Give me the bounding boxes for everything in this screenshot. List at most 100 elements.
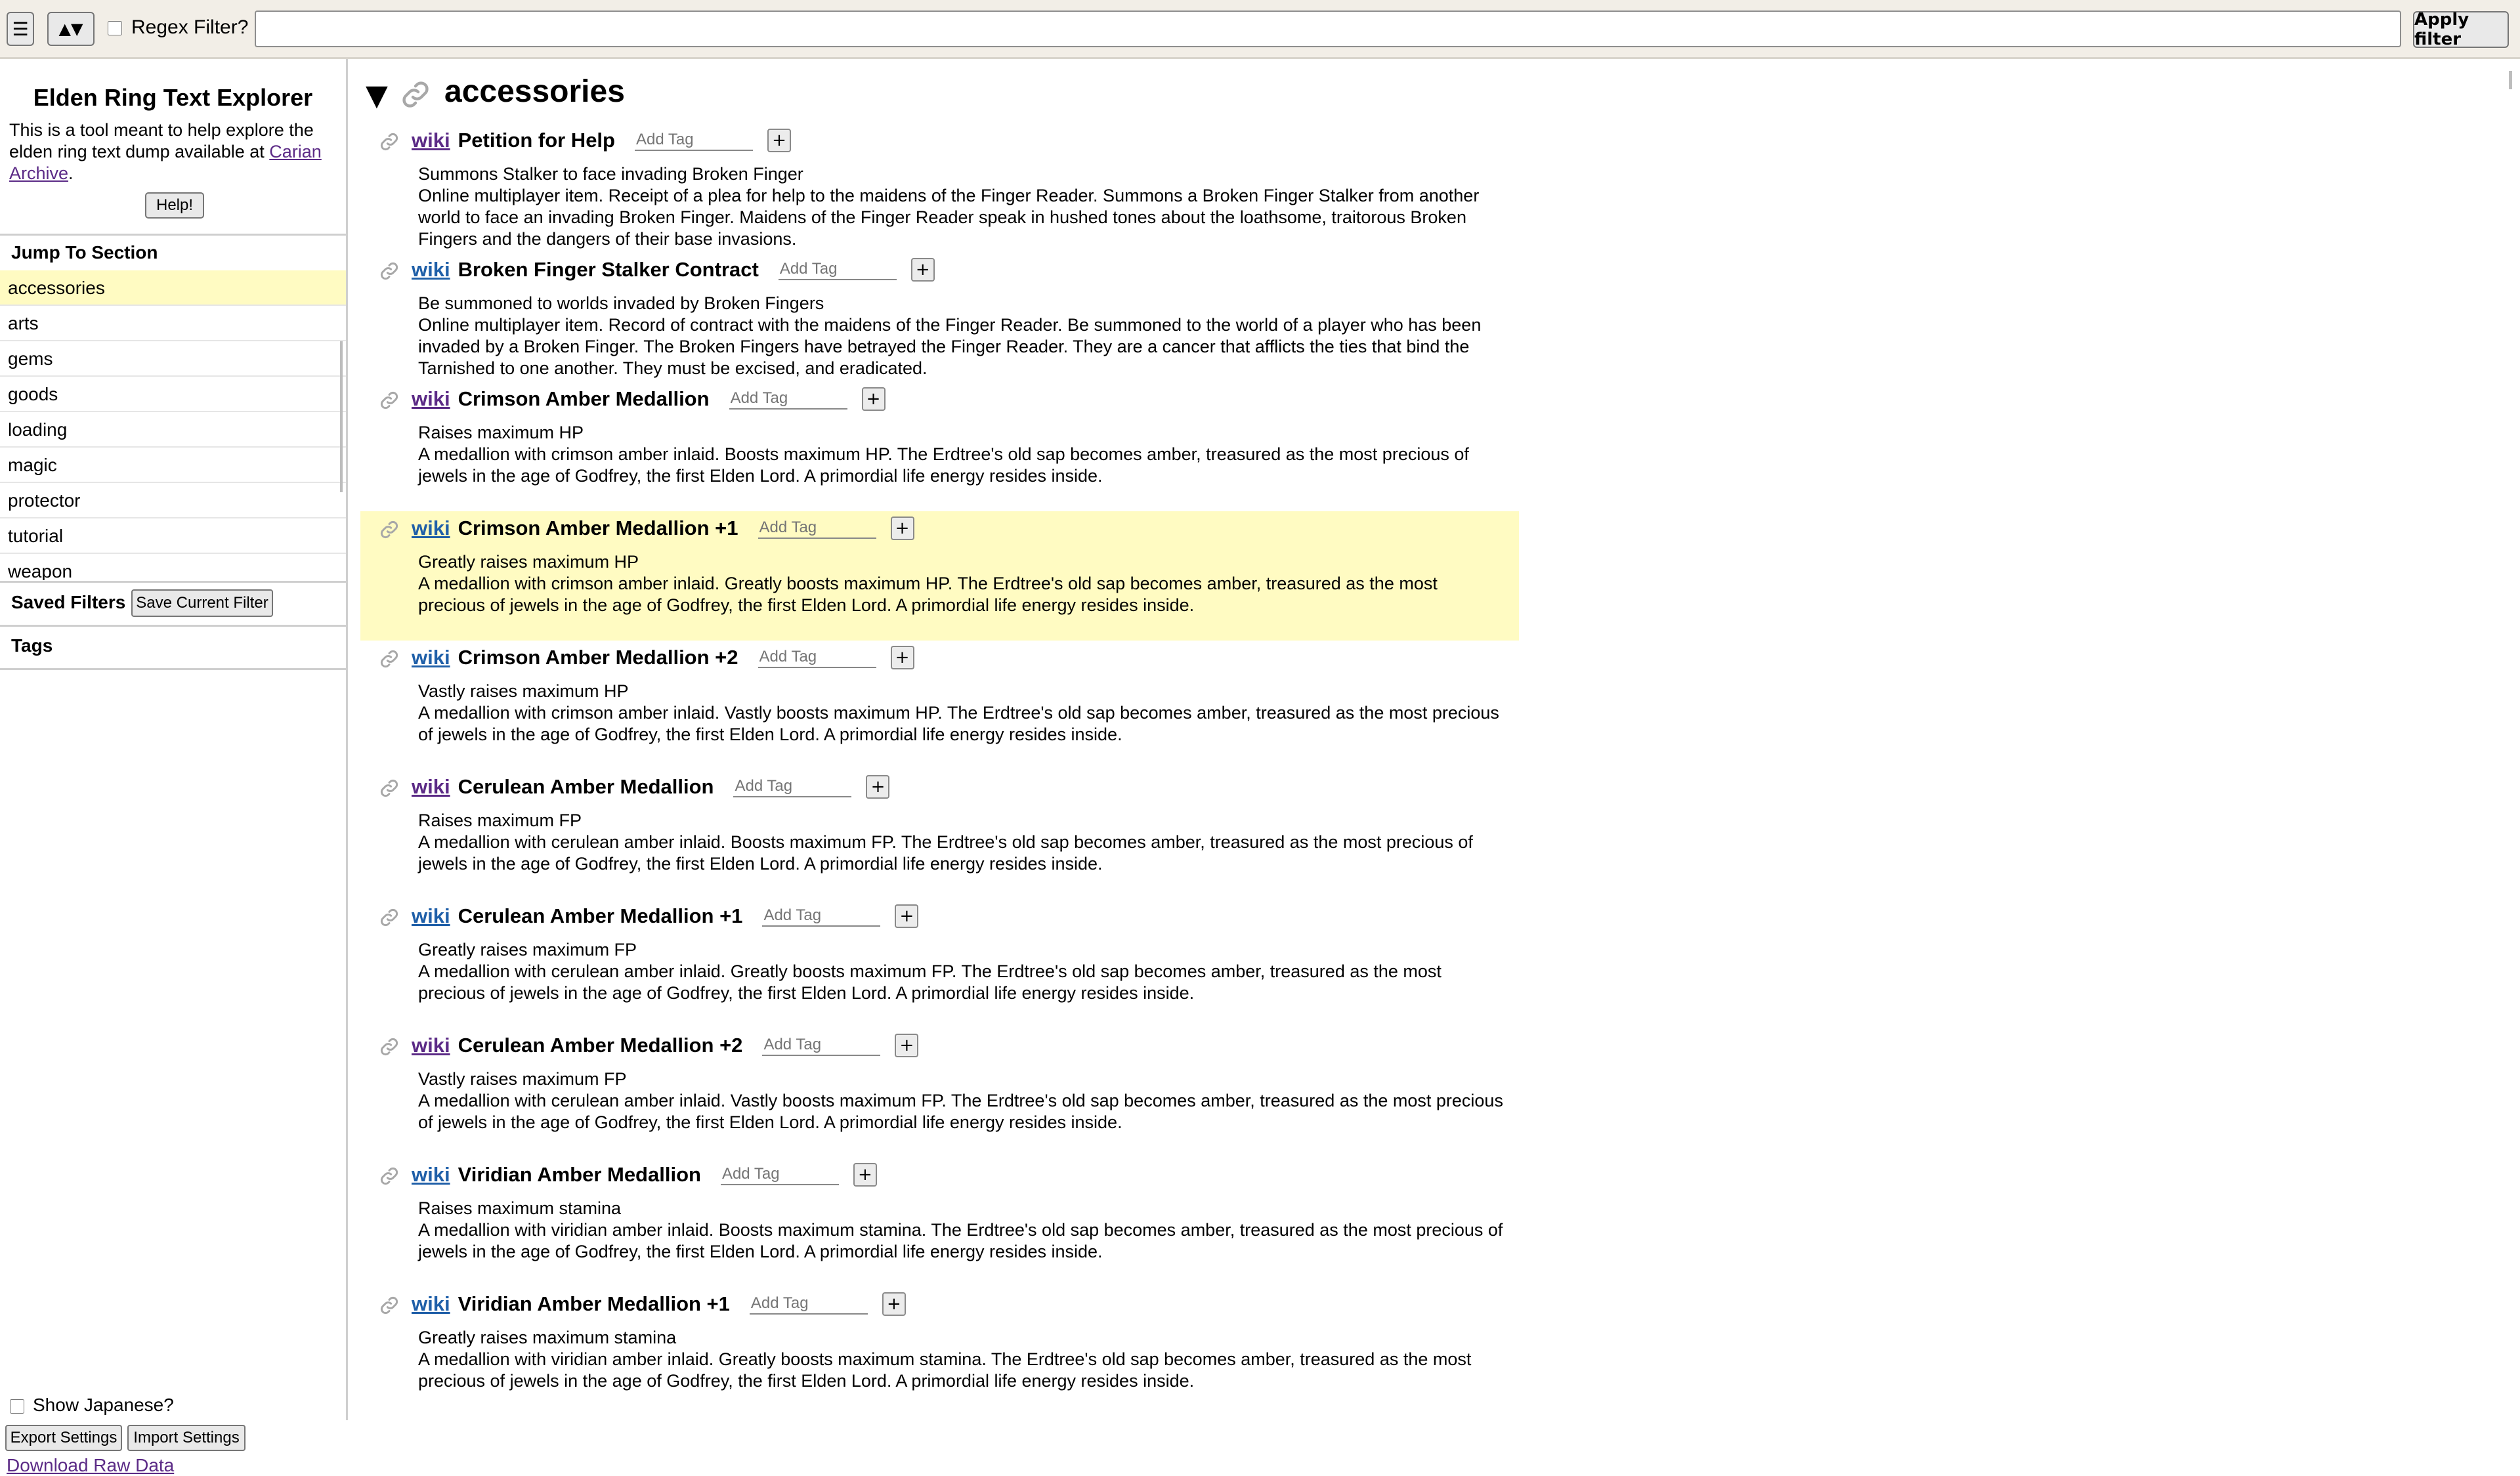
add-tag-input[interactable]	[758, 647, 876, 668]
wiki-link[interactable]: wiki	[412, 904, 450, 928]
section-item-tutorial[interactable]: tutorial	[0, 518, 346, 554]
import-settings-button[interactable]: Import Settings	[127, 1425, 246, 1451]
entry-name: Broken Finger Stalker Contract	[458, 258, 759, 281]
add-tag-input[interactable]	[749, 1294, 868, 1315]
wiki-link[interactable]: wiki	[412, 646, 450, 669]
wiki-link[interactable]: wiki	[412, 258, 450, 282]
entry-header: wiki Crimson Amber Medallion +	[412, 382, 886, 416]
entry-description: A medallion with crimson amber inlaid. V…	[418, 703, 1499, 744]
wiki-link[interactable]: wiki	[412, 775, 450, 799]
entry-name: Crimson Amber Medallion +2	[458, 646, 738, 669]
menu-button[interactable]: ☰	[7, 12, 34, 46]
show-japanese-checkbox[interactable]	[10, 1399, 24, 1414]
entry-item: wiki Crimson Amber Medallion +2 + Vastly ra…	[360, 641, 1519, 770]
regex-filter-checkbox[interactable]	[108, 21, 122, 35]
link-icon[interactable]	[379, 1166, 400, 1187]
add-tag-input[interactable]	[729, 389, 847, 410]
section-item-gems[interactable]: gems	[0, 341, 346, 377]
tags-heading: Tags	[11, 635, 53, 656]
help-button[interactable]: Help!	[145, 192, 204, 219]
entry-name: Petition for Help	[458, 129, 615, 152]
section-item-magic[interactable]: magic	[0, 448, 346, 483]
main-content: ▼ accessories wiki Petition for Help + Summ…	[350, 59, 2520, 1420]
section-list[interactable]: accessories arts gems goods loading magic prot…	[0, 270, 346, 580]
entry-item: wiki Cerulean Amber Medallion +2 + Vastly r…	[360, 1028, 1519, 1158]
add-tag-input[interactable]	[778, 259, 897, 280]
save-current-filter-button[interactable]: Save Current Filter	[131, 589, 273, 617]
entry-caption: Raises maximum FP	[418, 811, 582, 830]
entry-item: wiki Crimson Amber Medallion + Raises maxim…	[360, 382, 1519, 511]
link-icon[interactable]	[379, 778, 400, 799]
entry-header: wiki Broken Finger Stalker Contract +	[412, 253, 935, 287]
jump-to-section-heading: Jump To Section	[11, 242, 158, 263]
sort-toggle-button[interactable]: ▲▼	[47, 12, 95, 46]
wiki-link[interactable]: wiki	[412, 1163, 450, 1187]
download-raw-data-link[interactable]: Download Raw Data	[7, 1455, 174, 1476]
link-icon[interactable]	[400, 79, 431, 110]
link-icon[interactable]	[379, 261, 400, 282]
add-tag-button[interactable]: +	[895, 904, 919, 928]
link-icon[interactable]	[379, 648, 400, 669]
app-description-text: This is a tool meant to help explore the…	[9, 120, 314, 161]
section-item-weapon[interactable]: weapon	[0, 554, 346, 580]
wiki-link[interactable]: wiki	[412, 387, 450, 411]
entry-name: Cerulean Amber Medallion	[458, 775, 714, 798]
hamburger-icon: ☰	[12, 18, 29, 40]
add-tag-button[interactable]: +	[895, 1034, 919, 1057]
wiki-link[interactable]: wiki	[412, 1034, 450, 1057]
add-tag-input[interactable]	[634, 130, 753, 151]
entry-description: A medallion with cerulean amber inlaid. …	[418, 832, 1473, 874]
section-list-scrollbar[interactable]	[340, 341, 343, 492]
top-toolbar: ☰ ▲▼ Regex Filter? Apply filter	[0, 0, 2520, 59]
entry-caption: Summons Stalker to face invading Broken …	[418, 164, 803, 184]
link-icon[interactable]	[379, 907, 400, 928]
wiki-link[interactable]: wiki	[412, 517, 450, 540]
add-tag-input[interactable]	[758, 518, 876, 539]
entry-caption: Greatly raises maximum FP	[418, 940, 637, 959]
section-item-accessories[interactable]: accessories	[0, 270, 346, 306]
entry-header: wiki Crimson Amber Medallion +2 +	[412, 641, 914, 675]
add-tag-button[interactable]: +	[866, 775, 890, 799]
add-tag-input[interactable]	[733, 776, 852, 797]
add-tag-button[interactable]: +	[767, 129, 791, 152]
add-tag-button[interactable]: +	[910, 258, 935, 282]
add-tag-input[interactable]	[762, 906, 881, 927]
entry-header: wiki Cerulean Amber Medallion +2 +	[412, 1028, 919, 1063]
link-icon[interactable]	[379, 131, 400, 152]
divider	[0, 668, 346, 670]
add-tag-button[interactable]: +	[861, 387, 886, 411]
entry-header: wiki Crimson Amber Medallion +1 +	[412, 511, 914, 545]
export-settings-button[interactable]: Export Settings	[5, 1425, 122, 1451]
add-tag-input[interactable]	[762, 1035, 881, 1056]
link-icon[interactable]	[379, 1295, 400, 1316]
section-item-protector[interactable]: protector	[0, 483, 346, 518]
entry-description: Online multiplayer item. Receipt of a pl…	[418, 186, 1480, 249]
divider	[0, 234, 346, 236]
add-tag-button[interactable]: +	[890, 517, 914, 540]
show-japanese-label: Show Japanese?	[33, 1395, 174, 1415]
add-tag-button[interactable]: +	[882, 1292, 906, 1316]
collapse-section-toggle[interactable]: ▼	[366, 79, 388, 112]
filter-input[interactable]	[255, 11, 2401, 47]
section-item-goods[interactable]: goods	[0, 377, 346, 412]
section-item-loading[interactable]: loading	[0, 412, 346, 448]
entry-caption: Raises maximum HP	[418, 423, 584, 442]
add-tag-button[interactable]: +	[853, 1163, 877, 1187]
wiki-link[interactable]: wiki	[412, 1292, 450, 1316]
add-tag-input[interactable]	[720, 1164, 839, 1185]
entry-caption: Vastly raises maximum HP	[418, 681, 629, 701]
entry-description: A medallion with cerulean amber inlaid. …	[418, 961, 1442, 1003]
entry-name: Cerulean Amber Medallion +2	[458, 1034, 743, 1057]
main-scrollbar[interactable]	[2509, 71, 2512, 89]
divider	[0, 625, 346, 627]
link-icon[interactable]	[379, 519, 400, 540]
wiki-link[interactable]: wiki	[412, 129, 450, 152]
entry-name: Cerulean Amber Medallion +1	[458, 904, 743, 927]
entry-item: wiki Cerulean Amber Medallion +1 + Greatly …	[360, 899, 1519, 1028]
add-tag-button[interactable]: +	[890, 646, 914, 669]
link-icon[interactable]	[379, 1036, 400, 1057]
apply-filter-button[interactable]: Apply filter	[2413, 10, 2509, 49]
section-item-arts[interactable]: arts	[0, 306, 346, 341]
entry-caption: Be summoned to worlds invaded by Broken …	[418, 293, 824, 313]
link-icon[interactable]	[379, 390, 400, 411]
